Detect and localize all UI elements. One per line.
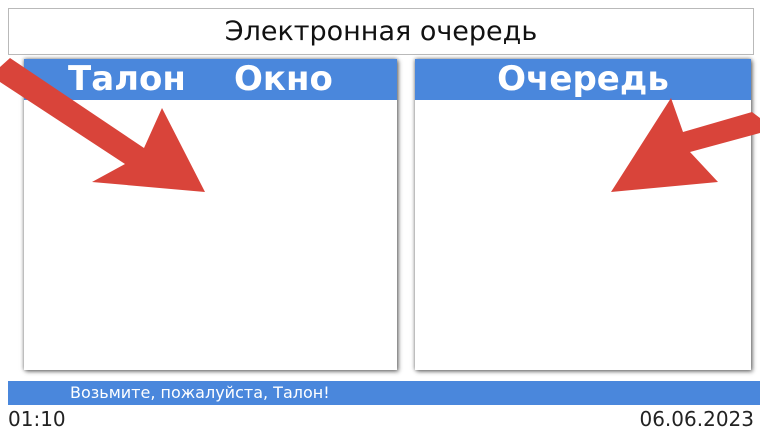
ticket-queue-header: Очередь Талонов (415, 59, 751, 140)
ticket-queue-panel: Очередь Талонов (415, 59, 751, 370)
column-header-ticket: Талон (68, 59, 186, 99)
column-header-window: Окно (234, 59, 333, 99)
called-tickets-panel: Талон Окно (24, 59, 397, 370)
ticker-text: Возьмите, пожалуйста, Талон! (70, 383, 330, 402)
queue-header-label: Очередь Талонов (497, 59, 669, 140)
queue-display: Электронная очередь Талон Окно Очередь Т… (0, 0, 760, 434)
clock: 01:10 (8, 407, 66, 431)
called-tickets-header: Талон Окно (24, 59, 397, 100)
page-title: Электронная очередь (8, 8, 754, 55)
ticker-bar: Возьмите, пожалуйста, Талон! (8, 381, 760, 405)
date-display: 06.06.2023 (639, 407, 754, 431)
